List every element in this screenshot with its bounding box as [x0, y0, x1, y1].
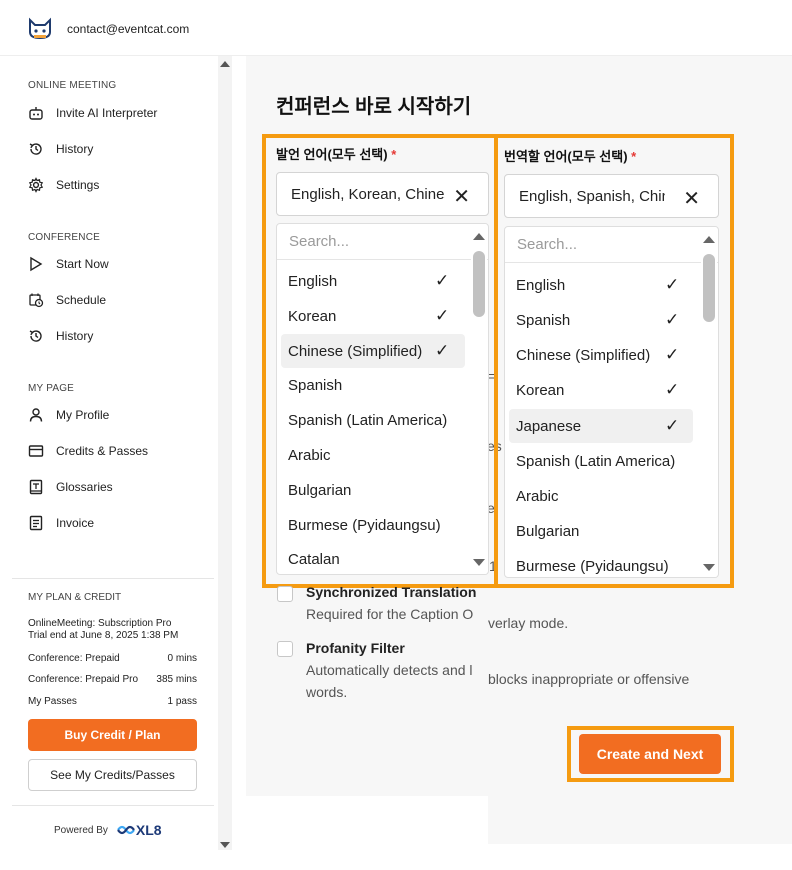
book-icon	[29, 479, 43, 495]
synchronized-translation-desc: Required for the Caption O	[306, 606, 474, 622]
cat-logo-icon[interactable]	[27, 16, 53, 40]
sidebar-item-label: Start Now	[56, 257, 109, 271]
calendar-clock-icon	[29, 293, 44, 308]
card-icon	[28, 445, 44, 457]
gear-icon	[28, 177, 44, 193]
buy-credit-plan-button[interactable]: Buy Credit / Plan	[28, 719, 197, 751]
profanity-filter-desc: Automatically detects and l	[306, 662, 473, 678]
sidebar-item-label: Invoice	[56, 516, 95, 530]
robot-icon	[29, 107, 43, 120]
document-icon	[29, 515, 43, 531]
sidebar-item-label: History	[56, 329, 94, 343]
source-highlight-frame	[262, 134, 498, 588]
sidebar-item-history-conference[interactable]: History	[28, 326, 93, 346]
scroll-down-arrow-icon[interactable]	[220, 842, 230, 848]
sidebar-item-invite-ai-interpreter[interactable]: Invite AI Interpreter	[28, 103, 157, 123]
sidebar-item-start-now[interactable]: Start Now	[28, 254, 109, 274]
profanity-filter-title: Profanity Filter	[306, 640, 405, 656]
plan-row-label: Conference: Prepaid Pro	[28, 674, 139, 685]
history-icon	[29, 143, 42, 155]
sidebar-item-label: Credits & Passes	[56, 444, 149, 458]
powered-by: Powered By XL8	[54, 822, 162, 838]
plan-trial-end: Trial end at June 8, 2025 1:38 PM	[28, 630, 179, 641]
profanity-filter-desc-tail: blocks inappropriate or offensive	[488, 671, 690, 687]
powered-by-label: Powered By	[54, 824, 108, 836]
brand-name: XL8	[135, 822, 162, 838]
profanity-filter-checkbox[interactable]	[277, 641, 293, 657]
top-bar: contact@eventcat.com	[0, 0, 792, 56]
sidebar-item-schedule[interactable]: Schedule	[28, 290, 106, 310]
xl8-logo: XL8	[116, 822, 162, 838]
section-title-online-meeting: ONLINE MEETING	[28, 80, 117, 91]
powered-divider	[12, 805, 214, 806]
sidebar-item-credits-passes[interactable]: Credits & Passes	[28, 441, 148, 461]
sidebar-item-label: Settings	[56, 178, 100, 192]
sidebar-item-my-profile[interactable]: My Profile	[28, 405, 109, 425]
synchronized-translation-title: Synchronized Translation	[306, 584, 477, 600]
play-icon	[30, 256, 43, 272]
sidebar-item-label: Glossaries	[56, 480, 113, 494]
page-title: 컨퍼런스 바로 시작하기	[276, 96, 472, 118]
user-icon	[29, 408, 43, 422]
sidebar-item-label: History	[56, 142, 94, 156]
sidebar-item-history-meeting[interactable]: History	[28, 139, 93, 159]
section-title-conference: CONFERENCE	[28, 232, 101, 243]
sidebar-item-glossaries[interactable]: Glossaries	[28, 477, 113, 497]
sidebar-item-invoice[interactable]: Invoice	[28, 513, 94, 533]
sidebar-item-settings[interactable]: Settings	[28, 175, 99, 195]
synchronized-translation-checkbox[interactable]	[277, 586, 293, 602]
xl8-mark-icon	[117, 825, 135, 835]
plan-row-value: 385 mins	[156, 674, 197, 685]
target-highlight-frame	[494, 134, 734, 588]
plan-row-value: 0 mins	[167, 653, 197, 664]
see-credits-passes-button[interactable]: See My Credits/Passes	[28, 759, 197, 791]
profanity-filter-desc-end: words.	[306, 684, 348, 700]
sidebar-item-label: My Profile	[56, 408, 110, 422]
plan-row-label: Conference: Prepaid	[28, 653, 120, 664]
plan-divider	[12, 578, 214, 579]
plan-row-value: 1 pass	[167, 696, 197, 707]
sidebar-item-label: Invite AI Interpreter	[56, 106, 158, 120]
main-panel-bottom	[488, 796, 792, 844]
create-and-next-button[interactable]: Create and Next	[579, 734, 721, 774]
plan-subscription: OnlineMeeting: Subscription Pro	[28, 618, 172, 629]
scroll-up-arrow-icon[interactable]	[220, 61, 230, 67]
plan-row-label: My Passes	[28, 696, 77, 707]
synchronized-translation-desc-tail: verlay mode.	[488, 615, 569, 631]
sidebar-item-label: Schedule	[56, 293, 107, 307]
section-title-my-page: MY PAGE	[28, 383, 75, 394]
plan-section-title: MY PLAN & CREDIT	[28, 592, 122, 603]
sidebar-scrollbar[interactable]	[218, 56, 232, 850]
history-icon	[29, 330, 42, 342]
account-email: contact@eventcat.com	[67, 22, 190, 36]
